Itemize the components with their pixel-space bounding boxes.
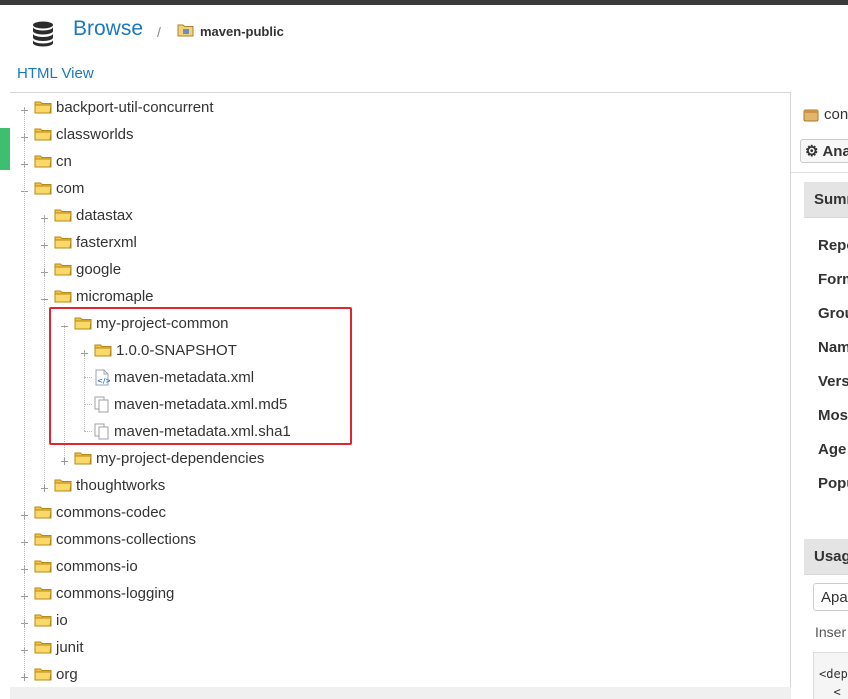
tree-item-label: commons-codec: [56, 503, 167, 521]
tree-item-label: micromaple: [76, 287, 154, 305]
tree-folder-item[interactable]: fasterxml: [54, 231, 137, 253]
usage-header[interactable]: Usag: [804, 539, 848, 575]
summary-field-label: Vers: [818, 373, 848, 390]
folder-icon: [54, 208, 72, 222]
tree-item-label: my-project-dependencies: [96, 449, 265, 467]
folder-icon: [54, 262, 72, 276]
tree-item-label: cn: [56, 152, 72, 170]
tree-item-label: fasterxml: [76, 233, 137, 251]
tree-guide-line: [44, 215, 45, 485]
tree-folder-item[interactable]: io: [34, 609, 68, 631]
summary-field-label: Grou: [818, 305, 848, 322]
code-line: <: [819, 685, 841, 699]
folder-icon: [34, 667, 52, 681]
tree-folder-item[interactable]: thoughtworks: [54, 474, 165, 496]
folder-open-icon: [54, 289, 72, 303]
page-header: Browse / maven-public: [0, 5, 848, 57]
tree-scrollbar[interactable]: [10, 687, 791, 699]
tree-item-label: thoughtworks: [76, 476, 166, 494]
tree-folder-item[interactable]: commons-logging: [34, 582, 174, 604]
usage-code-block[interactable]: <dep <: [813, 652, 848, 699]
tree-folder-item[interactable]: cn: [34, 150, 72, 172]
repository-folder-icon: [177, 24, 194, 37]
folder-icon: [34, 154, 52, 168]
folder-open-icon: [34, 181, 52, 195]
usage-insert-text: Inser: [815, 624, 847, 640]
tree-folder-item[interactable]: com: [34, 177, 84, 199]
tree-item-label: backport-util-concurrent: [56, 98, 214, 116]
tree-item-label: commons-collections: [56, 530, 197, 548]
tree-item-label: classworlds: [56, 125, 134, 143]
folder-icon: [34, 640, 52, 654]
tree-item-label: com: [56, 179, 85, 197]
tree-item-label: google: [76, 260, 122, 278]
folder-icon: [54, 478, 72, 492]
tree-item-label: datastax: [76, 206, 133, 224]
tree-item-label: commons-io: [56, 557, 138, 575]
database-icon: [33, 21, 53, 47]
tree-item-label: org: [56, 665, 78, 683]
folder-icon: [34, 505, 52, 519]
component-detail-panel: con ⚙ Ana Summ Repo Form Grou Nam Vers Mos Age…: [791, 92, 848, 699]
component-title: con: [803, 106, 848, 123]
component-name: con: [824, 106, 848, 123]
tree-item-label: junit: [56, 638, 84, 656]
tree-folder-item[interactable]: micromaple: [54, 285, 154, 307]
tree-folder-item[interactable]: my-project-dependencies: [74, 447, 264, 469]
analyze-button[interactable]: ⚙ Ana: [800, 139, 848, 163]
tree-folder-item[interactable]: commons-io: [34, 555, 138, 577]
folder-icon: [34, 100, 52, 114]
folder-icon: [74, 451, 92, 465]
code-line: <dep: [819, 667, 848, 681]
package-icon: [803, 109, 819, 122]
summary-field-label: Popu: [818, 475, 848, 492]
summary-field-label: Mos: [818, 407, 848, 424]
folder-icon: [34, 613, 52, 627]
breadcrumb-repository[interactable]: maven-public: [200, 24, 284, 39]
tree-folder-item[interactable]: commons-codec: [34, 501, 166, 523]
html-view-link[interactable]: HTML View: [17, 65, 94, 82]
gear-icon: ⚙: [805, 143, 819, 160]
tree-folder-item[interactable]: classworlds: [34, 123, 134, 145]
breadcrumb-separator: /: [157, 24, 161, 40]
folder-icon: [34, 127, 52, 141]
divider: [791, 172, 848, 173]
tree-folder-item[interactable]: commons-collections: [34, 528, 196, 550]
summary-field-label: Age: [818, 441, 847, 458]
summary-header[interactable]: Summ: [804, 182, 848, 218]
tree-folder-item[interactable]: google: [54, 258, 121, 280]
usage-format-select[interactable]: Apa: [813, 583, 848, 611]
summary-field-label: Repo: [818, 237, 848, 254]
summary-body: [804, 218, 848, 514]
tree-folder-item[interactable]: junit: [34, 636, 84, 658]
tree-item-label: io: [56, 611, 68, 629]
analyze-button-label: Ana: [822, 142, 848, 160]
tree-guide-line: [24, 107, 25, 674]
folder-icon: [34, 559, 52, 573]
left-accent-strip: [0, 128, 10, 170]
tree-item-label: commons-logging: [56, 584, 175, 602]
folder-icon: [54, 235, 72, 249]
folder-icon: [34, 586, 52, 600]
highlight-box: [49, 307, 352, 445]
tree-folder-item[interactable]: datastax: [54, 204, 133, 226]
summary-field-label: Nam: [818, 339, 848, 356]
folder-icon: [34, 532, 52, 546]
tree-folder-item[interactable]: org: [34, 663, 78, 685]
page-title[interactable]: Browse: [73, 17, 143, 41]
summary-field-label: Form: [818, 271, 848, 288]
tree-folder-item[interactable]: backport-util-concurrent: [34, 96, 214, 118]
